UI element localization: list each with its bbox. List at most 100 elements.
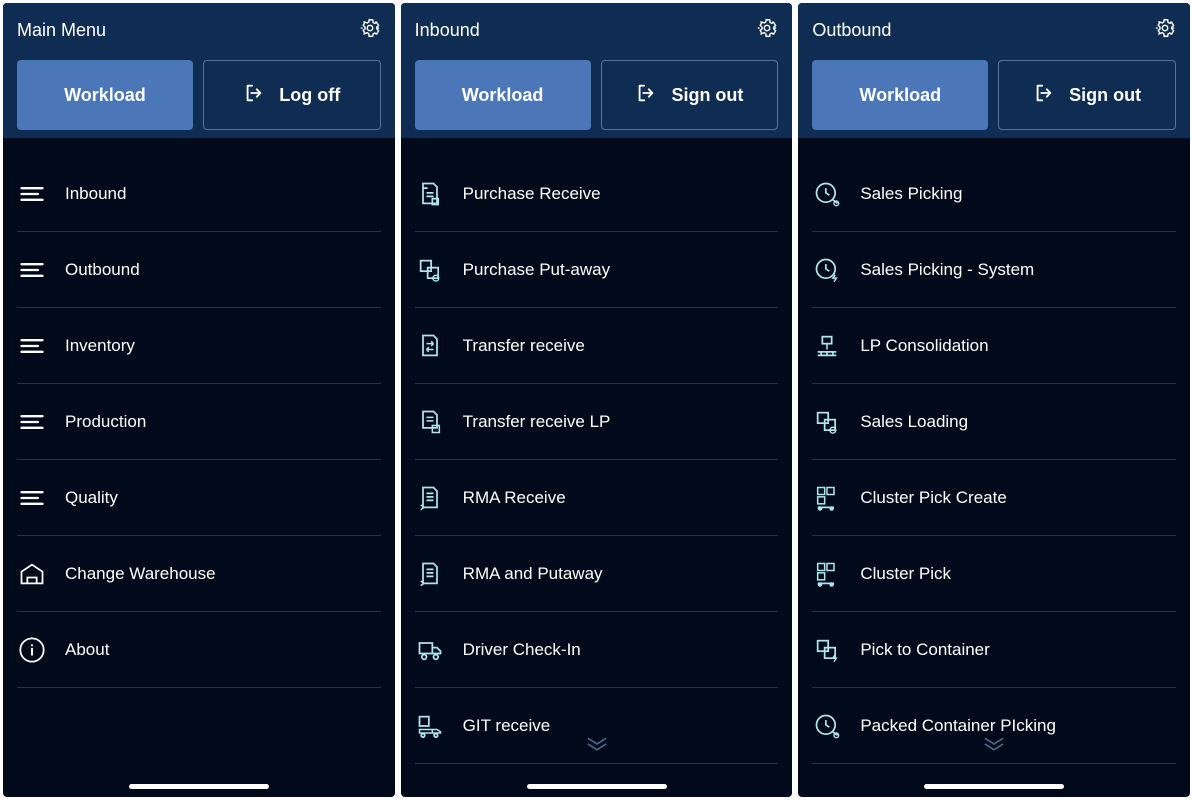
menu-item[interactable]: Inventory: [17, 308, 381, 384]
signout-button-label: Sign out: [1069, 85, 1141, 106]
app-panel: OutboundWorkloadSign outSales PickingSal…: [798, 3, 1190, 797]
home-indicator: [129, 784, 269, 789]
menu-item-label: About: [65, 640, 109, 660]
menu-item-label: Purchase Put-away: [463, 260, 610, 280]
menu-item[interactable]: Driver Check-In: [415, 612, 779, 688]
menu-item[interactable]: Pick to Container: [812, 612, 1176, 688]
gear-icon[interactable]: [359, 17, 381, 44]
exit-icon: [1033, 82, 1055, 109]
menu-item[interactable]: About: [17, 612, 381, 688]
signout-button[interactable]: Sign out: [601, 60, 779, 130]
menu-item[interactable]: Transfer receive: [415, 308, 779, 384]
hamburger-icon: [17, 256, 47, 284]
panel-header: Inbound Workload Sign out: [401, 3, 793, 138]
menu-item[interactable]: Cluster Pick Create: [812, 460, 1176, 536]
signout-button-label: Sign out: [671, 85, 743, 106]
menu-item-label: Driver Check-In: [463, 640, 581, 660]
app-panel: InboundWorkloadSign outPurchase ReceiveP…: [401, 3, 793, 797]
workload-button[interactable]: Workload: [17, 60, 193, 130]
menu-item-label: LP Consolidation: [860, 336, 988, 356]
doc-arrow-icon: [415, 560, 445, 588]
menu-item[interactable]: Inbound: [17, 156, 381, 232]
menu-list: Sales Picking Sales Picking - System LP Co…: [798, 138, 1190, 797]
grid-cart-icon: [812, 484, 842, 512]
menu-item[interactable]: Change Warehouse: [17, 536, 381, 612]
warehouse-icon: [17, 560, 47, 588]
menu-item[interactable]: Outbound: [17, 232, 381, 308]
panel-title: Main Menu: [17, 20, 106, 41]
gear-icon[interactable]: [1154, 17, 1176, 44]
menu-item-label: RMA and Putaway: [463, 564, 603, 584]
panel-title: Outbound: [812, 20, 891, 41]
clock-arrow-icon: [812, 180, 842, 208]
home-indicator: [924, 784, 1064, 789]
scroll-down-icon[interactable]: [583, 736, 611, 757]
menu-item[interactable]: Sales Picking: [812, 156, 1176, 232]
title-row: Inbound: [415, 15, 779, 45]
menu-item[interactable]: Quality: [17, 460, 381, 536]
panel-header: Main Menu Workload Log off: [3, 3, 395, 138]
doc-transfer-icon: [415, 332, 445, 360]
boxes-icon: [812, 408, 842, 436]
menu-item-label: Quality: [65, 488, 118, 508]
workload-button[interactable]: Workload: [415, 60, 591, 130]
menu-item[interactable]: Cluster Pick: [812, 536, 1176, 612]
exit-icon: [635, 82, 657, 109]
hamburger-icon: [17, 332, 47, 360]
button-row: Workload Log off: [17, 60, 381, 130]
signout-button[interactable]: Log off: [203, 60, 381, 130]
menu-item-label: Production: [65, 412, 146, 432]
home-indicator: [527, 784, 667, 789]
truck-box-icon: [415, 712, 445, 740]
menu-item-label: Transfer receive LP: [463, 412, 611, 432]
menu-item-label: Sales Picking - System: [860, 260, 1034, 280]
gear-icon[interactable]: [756, 17, 778, 44]
menu-item-label: GIT receive: [463, 716, 551, 736]
menu-item[interactable]: Sales Picking - System: [812, 232, 1176, 308]
menu-item[interactable]: Transfer receive LP: [415, 384, 779, 460]
button-row: Workload Sign out: [812, 60, 1176, 130]
menu-item-label: Transfer receive: [463, 336, 585, 356]
exit-icon: [243, 82, 265, 109]
menu-list: Purchase Receive Purchase Put-away Transfe…: [401, 138, 793, 797]
title-row: Main Menu: [17, 15, 381, 45]
menu-item-label: Inventory: [65, 336, 135, 356]
menu-item[interactable]: Sales Loading: [812, 384, 1176, 460]
clock-arrow-icon: [812, 712, 842, 740]
menu-item[interactable]: Purchase Receive: [415, 156, 779, 232]
boxes-icon: [415, 256, 445, 284]
app-panel: Main MenuWorkloadLog offInboundOutboundI…: [3, 3, 395, 797]
button-row: Workload Sign out: [415, 60, 779, 130]
clock-bolt-icon: [812, 256, 842, 284]
menu-item[interactable]: Purchase Put-away: [415, 232, 779, 308]
menu-item[interactable]: LP Consolidation: [812, 308, 1176, 384]
signout-button-label: Log off: [279, 85, 340, 106]
pallet-icon: [812, 332, 842, 360]
menu-item-label: Cluster Pick: [860, 564, 951, 584]
workload-button[interactable]: Workload: [812, 60, 988, 130]
hamburger-icon: [17, 484, 47, 512]
menu-item-label: Outbound: [65, 260, 140, 280]
menu-item-label: Inbound: [65, 184, 126, 204]
menu-item-label: Sales Loading: [860, 412, 968, 432]
menu-item-label: Cluster Pick Create: [860, 488, 1006, 508]
doc-lp-icon: [415, 408, 445, 436]
menu-item[interactable]: RMA and Putaway: [415, 536, 779, 612]
menu-item-label: Sales Picking: [860, 184, 962, 204]
title-row: Outbound: [812, 15, 1176, 45]
menu-item[interactable]: Production: [17, 384, 381, 460]
doc-arrow-icon: [415, 484, 445, 512]
menu-item[interactable]: RMA Receive: [415, 460, 779, 536]
boxes-bolt-icon: [812, 636, 842, 664]
signout-button[interactable]: Sign out: [998, 60, 1176, 130]
panel-title: Inbound: [415, 20, 480, 41]
hamburger-icon: [17, 180, 47, 208]
menu-list: Inbound Outbound Inventory Production Qualit…: [3, 138, 395, 797]
grid-cart-icon: [812, 560, 842, 588]
panel-header: Outbound Workload Sign out: [798, 3, 1190, 138]
workload-button-label: Workload: [859, 85, 941, 106]
menu-item-label: Purchase Receive: [463, 184, 601, 204]
menu-item-label: Packed Container PIcking: [860, 716, 1056, 736]
scroll-down-icon[interactable]: [980, 736, 1008, 757]
hamburger-icon: [17, 408, 47, 436]
